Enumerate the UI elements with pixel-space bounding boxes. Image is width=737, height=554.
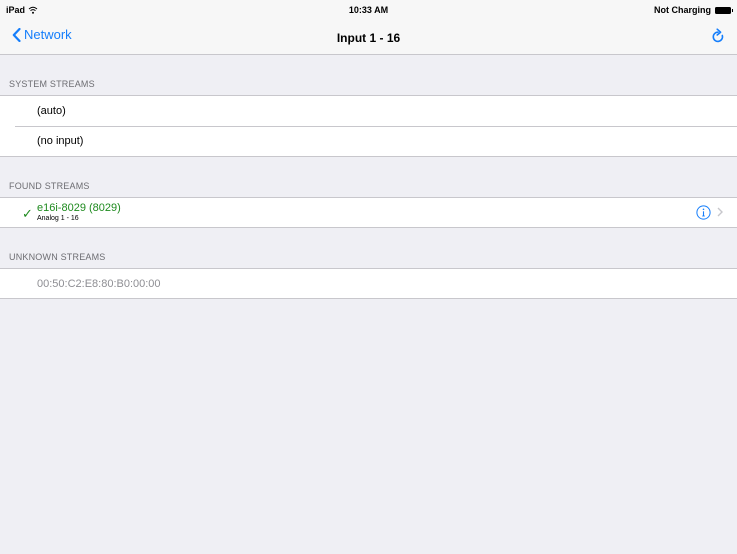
stream-channels: Analog 1 - 16 bbox=[37, 215, 79, 222]
list-item-label: 00:50:C2:E8:80:B0:00:00 bbox=[37, 278, 161, 290]
battery-status-label: Not Charging bbox=[654, 5, 711, 15]
navigation-bar: Network Input 1 - 16 bbox=[0, 20, 737, 55]
unknown-streams-group: 00:50:C2:E8:80:B0:00:00 bbox=[0, 268, 737, 299]
unknown-streams-header-label: UNKNOWN STREAMS bbox=[9, 252, 106, 262]
status-bar: iPad 10:33 AM Not Charging bbox=[0, 0, 737, 20]
unknown-stream-item[interactable]: 00:50:C2:E8:80:B0:00:00 bbox=[0, 269, 737, 299]
system-stream-auto[interactable]: (auto) bbox=[0, 96, 737, 126]
back-button[interactable]: Network bbox=[12, 27, 72, 42]
disclosure-chevron-icon bbox=[717, 207, 723, 217]
status-time: 10:33 AM bbox=[348, 5, 389, 15]
unknown-streams-header: UNKNOWN STREAMS bbox=[0, 228, 737, 268]
found-stream-e16i-8029[interactable]: ✓ e16i-8029 (8029) Analog 1 - 16 bbox=[0, 198, 737, 228]
back-chevron-icon bbox=[12, 27, 21, 42]
system-stream-no-input[interactable]: (no input) bbox=[0, 126, 737, 156]
checkmark-icon: ✓ bbox=[22, 206, 33, 221]
found-streams-group: ✓ e16i-8029 (8029) Analog 1 - 16 bbox=[0, 197, 737, 228]
info-icon[interactable] bbox=[696, 205, 711, 220]
list-item-label: (auto) bbox=[37, 105, 66, 117]
refresh-button[interactable] bbox=[711, 28, 725, 49]
system-streams-header-label: SYSTEM STREAMS bbox=[9, 79, 95, 89]
status-right: Not Charging bbox=[654, 5, 733, 15]
system-streams-header: SYSTEM STREAMS bbox=[0, 55, 737, 95]
system-streams-group: (auto) (no input) bbox=[0, 95, 737, 157]
page-title: Input 1 - 16 bbox=[336, 31, 401, 45]
stream-name: e16i-8029 (8029) bbox=[37, 202, 121, 214]
found-streams-header-label: FOUND STREAMS bbox=[9, 181, 90, 191]
list-item-label: (no input) bbox=[37, 135, 84, 147]
refresh-icon bbox=[712, 28, 724, 43]
back-button-label: Network bbox=[24, 27, 72, 42]
battery-icon bbox=[715, 6, 733, 14]
found-streams-header: FOUND STREAMS bbox=[0, 157, 737, 197]
